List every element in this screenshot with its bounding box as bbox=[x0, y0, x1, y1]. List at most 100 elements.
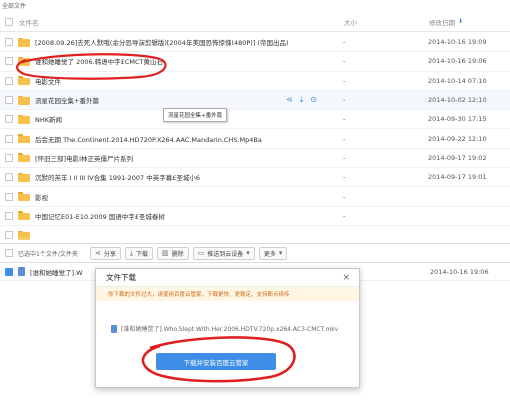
video-file-icon bbox=[18, 267, 25, 276]
folder-icon bbox=[18, 153, 30, 163]
file-name[interactable]: [2008.09.26]去死人默哦(余分恐导演剪辑版)[2004年美国恐怖惊悚(… bbox=[35, 37, 343, 47]
table-row[interactable]: 影视 - bbox=[0, 187, 510, 207]
row-checkbox[interactable] bbox=[5, 96, 13, 105]
file-date: 2014-10-14 07:10 bbox=[428, 76, 487, 85]
file-date: 2014-10-16 19:06 bbox=[430, 267, 489, 276]
file-size: - bbox=[343, 211, 346, 220]
file-name[interactable]: 谁和她睡觉了 2006.韩语中字£CMCT黄山石 bbox=[35, 56, 343, 66]
file-name[interactable]: 沉默的羔羊 I II III IV合集 1991-2007 中英字幕£圣城小6 bbox=[35, 172, 343, 182]
table-row[interactable]: [2008.09.26]去死人默哦(余分恐导演剪辑版)[2004年美国恐怖惊悚(… bbox=[0, 33, 510, 53]
more-icon[interactable]: ⊙ bbox=[310, 95, 317, 105]
folder-icon bbox=[18, 56, 30, 66]
delete-button[interactable]: ▥ 删除 bbox=[157, 246, 189, 260]
video-file-icon bbox=[111, 324, 117, 333]
table-row[interactable]: 后会无期 The.Continent.2014.HD720P.X264.AAC.… bbox=[0, 129, 510, 149]
delete-label: 删除 bbox=[171, 250, 184, 258]
file-size: - bbox=[343, 153, 346, 162]
row-checkbox[interactable] bbox=[5, 76, 13, 85]
file-date: 2014-10-16 19:09 bbox=[428, 38, 487, 47]
file-date: 2014-09-22 12:10 bbox=[428, 134, 487, 143]
file-size: - bbox=[343, 38, 346, 47]
row-checkbox[interactable] bbox=[5, 153, 13, 162]
folder-icon bbox=[18, 114, 30, 124]
row-checkbox[interactable] bbox=[5, 38, 13, 47]
trash-icon: ▥ bbox=[162, 249, 169, 257]
share-label: 分享 bbox=[103, 250, 116, 258]
file-size: - bbox=[343, 173, 346, 182]
file-name[interactable]: 后会无期 The.Continent.2014.HD720P.X264.AAC.… bbox=[35, 134, 343, 144]
row-checkbox[interactable] bbox=[5, 57, 13, 66]
row-checkbox[interactable] bbox=[5, 211, 13, 220]
arrow-down-icon[interactable]: ⬇ bbox=[458, 18, 463, 25]
share-icon[interactable]: ⋖ bbox=[286, 95, 293, 105]
download-button[interactable]: ⤓ 下载 bbox=[124, 246, 154, 260]
breadcrumb[interactable]: 全部文件 bbox=[2, 1, 26, 10]
row-checkbox[interactable] bbox=[5, 115, 13, 124]
table-row[interactable]: [怀旧三部]电影I林正英僵尸片系列 - 2014-09-17 19:02 bbox=[0, 149, 510, 169]
column-header-name[interactable]: 文件名 bbox=[19, 17, 344, 27]
file-size: - bbox=[343, 134, 346, 143]
file-name[interactable]: [怀旧三部]电影I林正英僵尸片系列 bbox=[35, 153, 343, 163]
file-size: - bbox=[343, 57, 346, 66]
file-date: 2014-09-17 19:02 bbox=[428, 153, 487, 162]
row-checkbox[interactable] bbox=[5, 134, 13, 143]
row-actions: ⋖ ⤓ ⊙ bbox=[286, 95, 317, 105]
file-size: - bbox=[343, 192, 346, 201]
file-date: 2014-09-17 19:01 bbox=[428, 173, 487, 182]
selection-toolbar: 已选中1个文件/文件夹 ⋖ 分享 ⤓ 下载 ▥ 删除 ▭ 推送到云设备 ▾ 更多… bbox=[0, 243, 510, 263]
toolbar-checkbox[interactable] bbox=[5, 249, 13, 257]
folder-icon bbox=[18, 76, 30, 86]
download-label: 下载 bbox=[136, 250, 149, 258]
dialog-file: [谁和她睡觉了].Who.Slept.With.Her.2006.HDTV.72… bbox=[111, 324, 338, 333]
file-size: - bbox=[343, 115, 346, 124]
folder-icon bbox=[18, 134, 30, 144]
row-checkbox[interactable] bbox=[5, 192, 13, 201]
table-row[interactable]: 流星花园全集+番外篇 - 2014-10-02 12:10 ⋖ ⤓ ⊙ bbox=[0, 90, 510, 111]
chevron-down-icon: ▾ bbox=[246, 249, 250, 257]
folder-icon bbox=[18, 37, 30, 47]
row-checkbox[interactable] bbox=[5, 267, 13, 276]
file-name[interactable]: 影视 bbox=[35, 192, 343, 202]
download-icon[interactable]: ⤓ bbox=[300, 95, 304, 105]
dialog-file-name: [谁和她睡觉了].Who.Slept.With.Her.2006.HDTV.72… bbox=[121, 326, 339, 333]
install-download-button[interactable]: 下载并安装百度云管家 bbox=[156, 353, 276, 370]
dialog-title: 文件下载 bbox=[96, 269, 359, 287]
share-button[interactable]: ⋖ 分享 bbox=[90, 246, 121, 260]
column-header-date-label: 修改日期 bbox=[429, 18, 455, 27]
folder-icon bbox=[18, 192, 30, 202]
push-label: 推送到云设备 bbox=[207, 250, 244, 258]
file-name[interactable]: 中国记忆E01-E10.2009 国语中字£圣城春树 bbox=[35, 211, 343, 221]
table-row[interactable]: 中国记忆E01-E10.2009 国语中字£圣城春树 - bbox=[0, 207, 510, 226]
share-icon: ⋖ bbox=[95, 249, 101, 257]
selection-count: 已选中1个文件/文件夹 bbox=[18, 250, 78, 258]
list-header: 文件名 大小 修改日期 ⬇ bbox=[0, 12, 510, 32]
file-size: - bbox=[343, 76, 346, 85]
folder-icon bbox=[18, 95, 30, 105]
close-icon[interactable]: × bbox=[342, 273, 350, 283]
column-header-date[interactable]: 修改日期 ⬇ bbox=[429, 17, 463, 27]
download-dialog: 文件下载 × 你下载的文件过大，请使用百度云管家，下载更快、更稳定、支持断点续传… bbox=[95, 268, 360, 388]
file-date: 2014-10-16 19:06 bbox=[428, 57, 487, 66]
file-size: - bbox=[343, 96, 346, 105]
table-row[interactable]: 谁和她睡觉了 2006.韩语中字£CMCT黄山石 - 2014-10-16 19… bbox=[0, 52, 510, 72]
table-row[interactable]: 沉默的羔羊 I II III IV合集 1991-2007 中英字幕£圣城小6 … bbox=[0, 168, 510, 188]
file-date: 2014-09-30 17:15 bbox=[428, 115, 487, 124]
dialog-notice: 你下载的文件过大，请使用百度云管家，下载更快、更稳定、支持断点续传 bbox=[96, 287, 359, 301]
select-all-checkbox[interactable] bbox=[5, 17, 13, 26]
folder-icon bbox=[18, 211, 30, 221]
file-list: [2008.09.26]去死人默哦(余分恐导演剪辑版)[2004年美国恐怖惊悚(… bbox=[0, 33, 510, 246]
device-icon: ▭ bbox=[197, 249, 205, 257]
file-name[interactable]: 电影文件 bbox=[35, 76, 343, 86]
chevron-down-icon: ▾ bbox=[278, 249, 283, 257]
table-row[interactable]: 电影文件 - 2014-10-14 07:10 bbox=[0, 72, 510, 91]
more-button[interactable]: 更多 ▾ bbox=[258, 246, 288, 260]
table-row[interactable]: NHK新闻 - 2014-09-30 17:15 bbox=[0, 110, 510, 130]
file-date: 2014-10-02 12:10 bbox=[428, 96, 487, 105]
download-icon: ⤓ bbox=[129, 248, 133, 257]
more-label: 更多 bbox=[263, 250, 276, 258]
column-header-size[interactable]: 大小 bbox=[344, 17, 429, 27]
push-to-device-button[interactable]: ▭ 推送到云设备 ▾ bbox=[192, 246, 255, 260]
tooltip: 流星花园全集+番外篇 bbox=[163, 108, 228, 122]
row-checkbox[interactable] bbox=[5, 173, 13, 182]
folder-icon bbox=[18, 172, 30, 182]
